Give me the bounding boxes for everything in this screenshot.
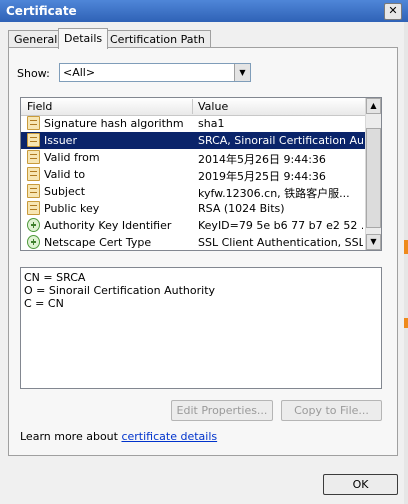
list-row[interactable]: Valid from 2014年5月26日 9:44:36 xyxy=(21,149,365,166)
row-value: sha1 xyxy=(198,117,225,130)
row-field: Issuer xyxy=(44,134,77,147)
certificate-field-icon xyxy=(27,184,40,198)
extension-icon xyxy=(27,218,40,232)
close-button[interactable]: ✕ xyxy=(384,3,402,20)
extension-icon xyxy=(27,235,40,249)
edit-properties-button[interactable]: Edit Properties... xyxy=(171,400,273,421)
column-header-value[interactable]: Value xyxy=(198,100,228,113)
certificate-field-icon xyxy=(27,116,40,130)
row-field: Netscape Cert Type xyxy=(44,236,152,249)
scroll-up-button[interactable]: ▲ xyxy=(366,98,381,114)
show-dropdown[interactable]: <All> ▼ xyxy=(59,63,251,82)
list-header: Field Value xyxy=(21,98,365,116)
column-divider[interactable] xyxy=(192,99,193,114)
certificate-details-link[interactable]: certificate details xyxy=(121,430,217,443)
window-title: Certificate xyxy=(6,4,77,18)
certificate-field-icon xyxy=(27,150,40,164)
list-row-selected[interactable]: Issuer SRCA, Sinorail Certification Au..… xyxy=(21,132,365,149)
row-field: Public key xyxy=(44,202,100,215)
row-field: Signature hash algorithm xyxy=(44,117,184,130)
tab-general[interactable]: General xyxy=(8,30,64,48)
row-field: Valid to xyxy=(44,168,86,181)
show-label: Show: xyxy=(17,67,50,80)
row-value: SRCA, Sinorail Certification Au... xyxy=(198,134,363,147)
list-row[interactable]: Signature hash algorithm sha1 xyxy=(21,115,365,132)
list-row[interactable]: Netscape Cert Type SSL Client Authentica… xyxy=(21,234,365,250)
background-accent-mark xyxy=(404,240,408,254)
row-field: Authority Key Identifier xyxy=(44,219,172,232)
tab-details[interactable]: Details xyxy=(58,28,109,49)
detail-line: O = Sinorail Certification Authority xyxy=(24,284,216,297)
certificate-field-icon xyxy=(27,167,40,181)
list-row[interactable]: Valid to 2019年5月25日 9:44:36 xyxy=(21,166,365,183)
copy-to-file-button[interactable]: Copy to File... xyxy=(281,400,382,421)
list-row[interactable]: Public key RSA (1024 Bits) xyxy=(21,200,365,217)
detail-line: C = CN xyxy=(24,297,64,310)
certificate-field-icon xyxy=(27,201,40,215)
chevron-down-icon[interactable]: ▼ xyxy=(234,64,250,81)
row-value: kyfw.12306.cn, 铁路客户服... xyxy=(198,187,350,200)
list-row[interactable]: Authority Key Identifier KeyID=79 5e b6 … xyxy=(21,217,365,234)
background-window-edge xyxy=(404,22,408,504)
row-value: RSA (1024 Bits) xyxy=(198,202,285,215)
close-icon: ✕ xyxy=(388,4,398,17)
row-field: Valid from xyxy=(44,151,100,164)
field-list[interactable]: Field Value Signature hash algorithm sha… xyxy=(20,97,382,251)
title-bar: Certificate ✕ xyxy=(0,0,408,22)
scroll-down-button[interactable]: ▼ xyxy=(366,234,381,250)
background-accent-mark xyxy=(404,318,408,328)
row-value: KeyID=79 5e b6 77 b7 e2 52 ... xyxy=(198,219,363,232)
learn-more-text: Learn more about certificate details xyxy=(20,430,217,443)
certificate-field-icon xyxy=(27,133,40,147)
row-value: 2019年5月25日 9:44:36 xyxy=(198,170,326,183)
field-detail-box[interactable]: CN = SRCA O = Sinorail Certification Aut… xyxy=(20,267,382,389)
scroll-thumb[interactable] xyxy=(366,128,381,228)
show-dropdown-value: <All> xyxy=(63,66,96,79)
learn-more-prefix: Learn more about xyxy=(20,430,122,443)
row-field: Subject xyxy=(44,185,86,198)
column-header-field[interactable]: Field xyxy=(27,100,52,113)
tab-certification-path[interactable]: Certification Path xyxy=(104,30,211,48)
detail-line: CN = SRCA xyxy=(24,271,86,284)
list-row[interactable]: Subject kyfw.12306.cn, 铁路客户服... xyxy=(21,183,365,200)
ok-button[interactable]: OK xyxy=(323,474,398,495)
vertical-scrollbar[interactable]: ▲ ▼ xyxy=(365,98,381,250)
row-value: SSL Client Authentication, SSL ... xyxy=(198,236,363,249)
row-value: 2014年5月26日 9:44:36 xyxy=(198,153,326,166)
